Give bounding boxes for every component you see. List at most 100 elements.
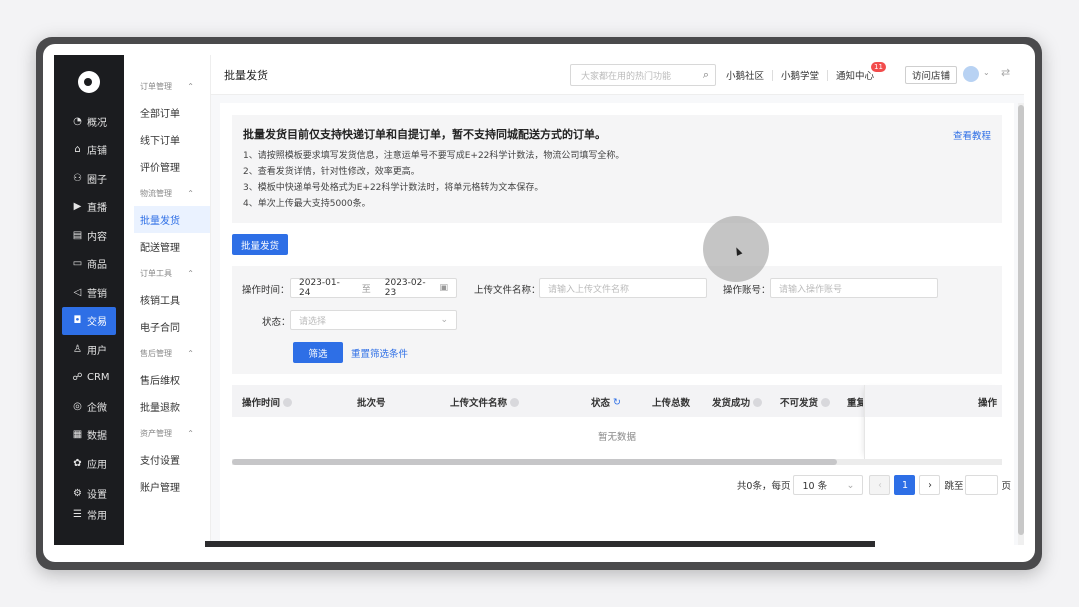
refresh-icon[interactable]: ↻	[613, 397, 621, 408]
view-tutorial-link[interactable]: 查看教程	[953, 128, 991, 142]
sub-group-header[interactable]: 售后管理 ⌃	[124, 340, 210, 366]
nav-item-label: 直播	[87, 203, 107, 215]
help-icon[interactable]	[753, 397, 763, 407]
sub-nav-item[interactable]: 批量退款	[124, 393, 210, 420]
sub-nav-item[interactable]: 批量发货	[134, 206, 210, 233]
vertical-scrollbar[interactable]	[1018, 103, 1024, 545]
col-status: 状态 ↻	[591, 395, 621, 410]
link-notifications[interactable]: 通知中心	[836, 68, 874, 82]
sub-nav-item[interactable]: 核销工具	[124, 286, 210, 313]
fixed-actions-column	[864, 385, 1002, 459]
nav-item[interactable]: ▶ 直播	[54, 193, 124, 222]
nav-item[interactable]: ◎ 企微	[54, 392, 124, 421]
nav-item[interactable]: ◘ 交易	[62, 306, 116, 335]
status-select[interactable]: 请选择 ⌄	[290, 310, 457, 330]
jump-page-input[interactable]	[965, 475, 999, 495]
account-input[interactable]: 请输入操作账号	[770, 278, 938, 298]
sub-group-title: 订单管理	[140, 81, 172, 91]
common-icon: ☰	[73, 509, 82, 520]
sub-group-header[interactable]: 订单管理 ⌃	[124, 73, 210, 99]
nav-item[interactable]: ☰ 常用	[54, 504, 124, 525]
nav-item[interactable]: ◔ 概况	[54, 107, 124, 136]
sub-nav-item[interactable]: 评价管理	[124, 153, 210, 180]
notice-panel: 批量发货目前仅支持快递订单和自提订单，暂不支持同城配送方式的订单。 1、请按照模…	[232, 115, 1002, 223]
nav-item-label: 内容	[87, 231, 107, 243]
date-separator: 至	[361, 284, 371, 295]
nav-item[interactable]: ⌂ 店铺	[54, 136, 124, 165]
date-range-picker[interactable]: 2023-01-24 至 2023-02-23 ▣	[290, 278, 457, 298]
scrollbar-thumb[interactable]	[232, 459, 837, 465]
sub-nav-item[interactable]: 售后维权	[124, 366, 210, 393]
visit-store-button[interactable]: 访问店铺	[905, 66, 958, 84]
apps-icon: ✿	[73, 457, 82, 469]
overview-icon: ◔	[73, 115, 82, 127]
file-name-input[interactable]: 请输入上传文件名称	[539, 278, 707, 298]
reset-filters-link[interactable]: 重置筛选条件	[351, 346, 408, 360]
file-name-placeholder: 请输入上传文件名称	[548, 284, 630, 295]
trade-icon: ◘	[73, 315, 82, 327]
user-icon: ♙	[73, 343, 82, 355]
notice-line: 3、模板中快递单号处格式为E+22科学计数法时，将单元格转为文本保存。	[243, 183, 544, 193]
sub-group-title: 售后管理	[140, 348, 172, 358]
status-label: 状态：	[262, 317, 291, 328]
chevron-up-icon: ⌃	[187, 268, 194, 278]
search-input[interactable]: 大家都在用的热门功能 ⌕	[570, 64, 716, 86]
batch-ship-button[interactable]: 批量发货	[232, 234, 289, 255]
nav-item[interactable]: ◁ 营销	[54, 278, 124, 307]
nav-item[interactable]: ▭ 商品	[54, 250, 124, 279]
nav-item[interactable]: ⚙ 设置	[54, 483, 124, 504]
page-button-current[interactable]: 1	[894, 475, 916, 495]
nav-item-label: 设置	[87, 490, 107, 501]
help-icon[interactable]	[283, 397, 293, 407]
notice-title: 批量发货目前仅支持快递订单和自提订单，暂不支持同城配送方式的订单。	[243, 128, 606, 141]
help-icon[interactable]	[510, 397, 520, 407]
sub-nav-item[interactable]: 线下订单	[124, 126, 210, 153]
col-not-shippable: 不可发货	[780, 395, 831, 409]
nav-item-label: CRM	[87, 372, 110, 384]
switch-icon[interactable]: ⇄	[1001, 66, 1010, 79]
prev-page-button[interactable]: ‹	[869, 475, 891, 495]
nav-item[interactable]: ▦ 数据	[54, 421, 124, 450]
nav-item[interactable]: ☍ CRM	[54, 364, 124, 393]
account-placeholder: 请输入操作账号	[779, 284, 843, 295]
nav-item-label: 商品	[87, 260, 107, 272]
sub-group-header[interactable]: 资产管理 ⌃	[124, 420, 210, 446]
sub-nav-item[interactable]: 账户管理	[124, 473, 210, 500]
sub-group-header[interactable]: 订单工具 ⌃	[124, 260, 210, 286]
goods-icon: ▭	[72, 258, 83, 270]
col-duplicate: 重复	[847, 395, 863, 409]
secondary-sidebar: 订单管理 ⌃ 全部订单 线下订单 评价管理 物流管理 ⌃ 批量发货 配送管理 订单工具 ⌃ 核销工具电…	[124, 55, 211, 545]
chevron-up-icon: ⌃	[187, 188, 194, 198]
sub-nav-item[interactable]: 电子合同	[124, 313, 210, 340]
sub-group-header[interactable]: 物流管理 ⌃	[124, 180, 210, 206]
horizontal-scrollbar[interactable]	[232, 459, 1002, 465]
sub-nav-item[interactable]: 配送管理	[124, 233, 210, 260]
nav-item[interactable]: ▤ 内容	[54, 221, 124, 250]
notice-line: 4、单次上传最大支持5000条。	[243, 199, 371, 209]
notice-line: 2、查看发货详情，针对性修改，效率更高。	[243, 167, 420, 177]
avatar[interactable]	[963, 66, 979, 82]
file-name-label: 上传文件名称：	[474, 285, 541, 296]
nav-item[interactable]: ♙ 用户	[54, 335, 124, 364]
col-operate-time: 操作时间	[242, 395, 293, 409]
nav-item-label: 圈子	[87, 174, 107, 186]
col-label: 上传文件名称	[450, 398, 508, 409]
nav-item[interactable]: ⚇ 圈子	[54, 164, 124, 193]
app-logo[interactable]	[78, 71, 100, 93]
divider	[827, 69, 829, 81]
app-window: ◔ 概况 ⌂ 店铺 ⚇ 圈子 ▶ 直播 ▤ 内容 ▭ 商品 ◁ 营销 ◘ 交易 ♙ 用户 ☍ CRM ◎ 企微 ▦ 数据 ✿ 应用…	[54, 55, 1024, 545]
nav-item[interactable]: ✿ 应用	[54, 449, 124, 478]
help-icon[interactable]	[821, 397, 831, 407]
sub-nav-item[interactable]: 支付设置	[124, 446, 210, 473]
filter-button[interactable]: 筛选	[293, 342, 343, 363]
next-page-button[interactable]: ›	[919, 475, 941, 495]
main-content: 批量发货目前仅支持快递订单和自提订单，暂不支持同城配送方式的订单。 1、请按照模…	[220, 103, 1014, 545]
scrollbar-thumb[interactable]	[1018, 105, 1024, 535]
link-academy[interactable]: 小鹅学堂	[781, 68, 819, 82]
search-icon[interactable]: ⌕	[703, 68, 709, 82]
link-community[interactable]: 小鹅社区	[726, 68, 764, 82]
filter-panel: 操作时间： 2023-01-24 至 2023-02-23 ▣ 上传文件名称： …	[232, 266, 1002, 374]
page-size-select[interactable]: 10 条 ⌄	[793, 475, 864, 495]
sub-nav-item[interactable]: 全部订单	[124, 99, 210, 126]
chevron-down-icon[interactable]: ⌄	[983, 68, 990, 77]
